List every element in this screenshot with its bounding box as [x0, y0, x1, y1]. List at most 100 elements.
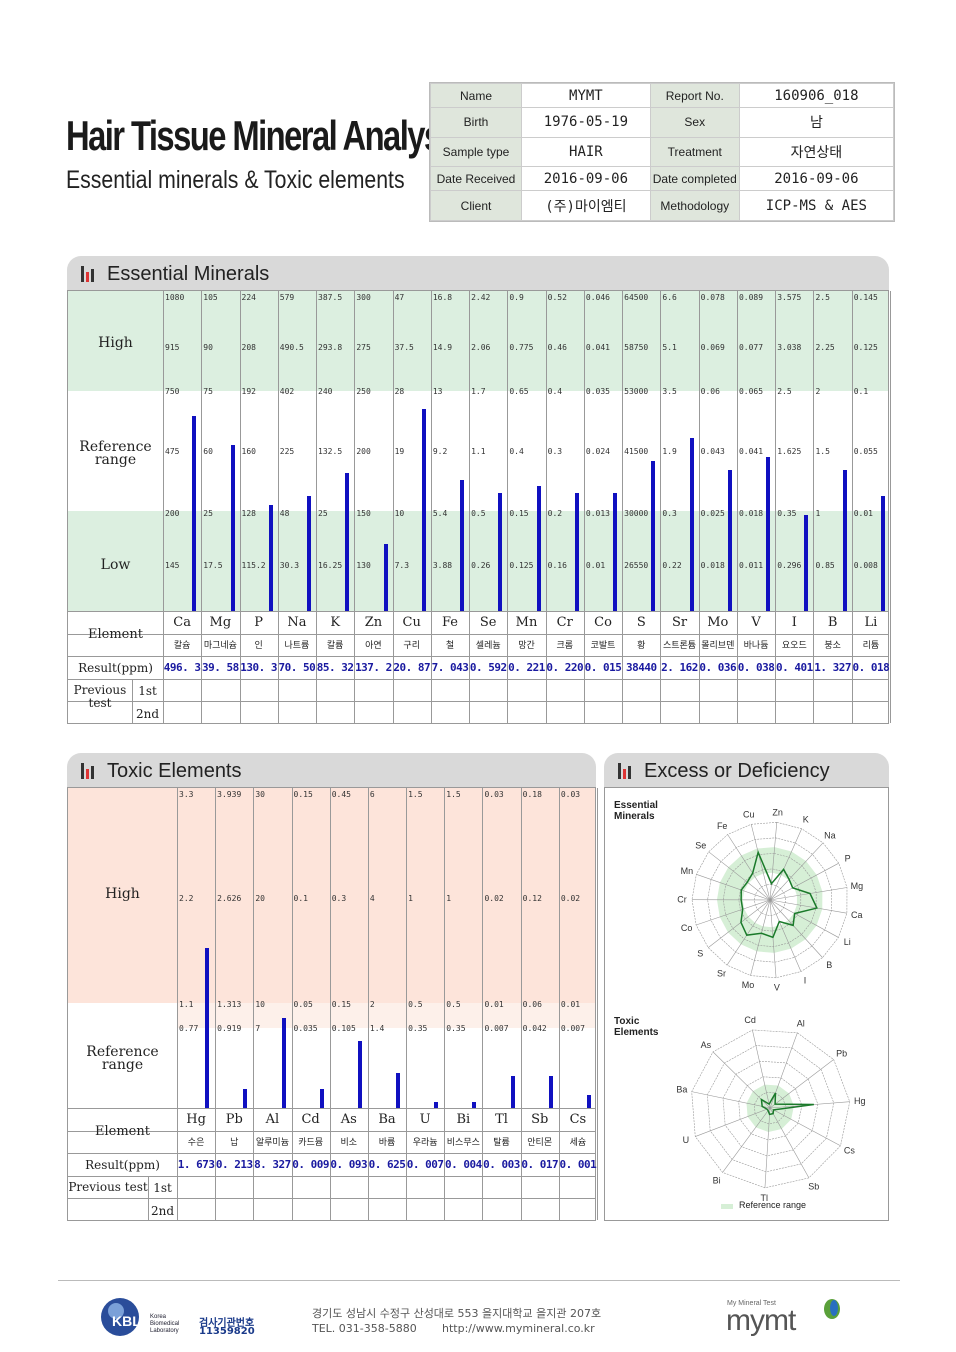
result-bar-cd [319, 1088, 324, 1108]
tick-label: 0.65 [509, 387, 529, 396]
col-divider [813, 291, 815, 723]
tick-label: 3.3 [179, 790, 194, 799]
tick-label: 0.069 [700, 343, 725, 352]
toxic-section-header: Toxic Elements [67, 753, 596, 787]
tick-label: 293.8 [318, 343, 343, 352]
element-name: 세슘 [569, 1138, 587, 1148]
result-bar-k [345, 473, 350, 611]
tick-label: 0.5 [471, 509, 486, 518]
tick-label: 0.296 [777, 561, 802, 570]
element-symbol: Hg [186, 1112, 206, 1127]
radar-axis-label: Mn [681, 866, 694, 876]
row-divider [68, 1153, 595, 1154]
element-name: 우라늄 [412, 1138, 438, 1148]
element-name: 카드뮴 [298, 1138, 324, 1148]
element-symbol: Mg [209, 615, 232, 630]
tick-label: 0.035 [585, 387, 610, 396]
tick-label: 2.5 [777, 387, 792, 396]
tick-label: 30 [255, 790, 265, 799]
radar-axis-label: S [697, 949, 703, 959]
tick-label: 0.018 [700, 561, 725, 570]
result-value: 0. 004 [444, 1158, 482, 1171]
tick-label: 9.2 [432, 447, 448, 456]
tick-label: 0.035 [293, 1024, 318, 1033]
col-divider [406, 788, 408, 1220]
tick-label: 132.5 [318, 447, 343, 456]
row-label-result: Result(ppm) [78, 661, 153, 675]
label-divider [163, 291, 164, 723]
tick-label: 0.3 [547, 447, 563, 456]
col-divider [851, 291, 853, 723]
tick-label: 0.12 [522, 894, 542, 903]
result-bar-as [357, 1040, 362, 1108]
element-symbol: Zn [364, 615, 383, 630]
tick-label: 64500 [624, 293, 649, 302]
result-value: 0. 093 [330, 1158, 368, 1171]
radar-axis-label: Hg [854, 1096, 866, 1106]
element-name: 수은 [187, 1138, 205, 1148]
element-name: 마그네슘 [203, 641, 237, 651]
tick-label: 2.25 [815, 343, 835, 352]
toxic-section-title: Toxic Elements [107, 760, 242, 782]
element-name: 구리 [403, 641, 420, 651]
col-divider [558, 788, 560, 1220]
cert-number: 11359820 [199, 1326, 255, 1337]
tick-label: 0.078 [700, 293, 725, 302]
row-label-element: Element [88, 627, 143, 642]
tick-label: 1.1 [179, 1000, 194, 1009]
tick-label: 0.2 [547, 509, 563, 518]
element-name: 탈륨 [493, 1138, 510, 1148]
result-value: 0. 018 [852, 661, 890, 674]
element-name: 황 [637, 641, 646, 651]
result-bar-mg [230, 444, 235, 611]
tick-label: 20 [255, 894, 265, 903]
birth-value: 1976-05-19 [521, 107, 651, 138]
element-symbol: Mn [515, 615, 538, 630]
result-value: 0. 038 [737, 661, 775, 674]
website-link[interactable]: http://www.mymineral.co.kr [442, 1322, 595, 1335]
tick-label: 1 [815, 509, 821, 518]
tick-label: 0.35 [408, 1024, 428, 1033]
tick-label: 7 [255, 1024, 261, 1033]
result-bar-tl [510, 1076, 515, 1108]
treatment-label: Treatment [649, 136, 740, 168]
bar-chart-icon [81, 763, 99, 779]
element-symbol: Cr [556, 615, 573, 630]
result-bar-b [842, 470, 847, 611]
result-value: 137. 2 [355, 661, 392, 674]
result-value: 0. 003 [483, 1158, 520, 1171]
tick-label: 5.1 [662, 343, 677, 352]
col-divider [367, 788, 369, 1220]
row-divider [68, 679, 888, 680]
element-name: 코발트 [590, 641, 616, 651]
tick-label: 14.9 [432, 343, 453, 352]
result-value: 0. 592 [469, 661, 507, 674]
tick-label: 0.105 [331, 1024, 356, 1033]
row-divider [68, 656, 888, 657]
element-name: 요오드 [781, 641, 807, 651]
element-symbol: I [791, 615, 797, 630]
tick-label: 0.065 [738, 387, 764, 396]
tick-label: 0.01 [560, 1000, 581, 1009]
radar-axis-label: K [803, 815, 809, 825]
tick-label: 275 [356, 343, 371, 352]
tick-label: 0.52 [547, 293, 567, 302]
result-bar-sb [548, 1076, 553, 1108]
tick-label: 7.3 [394, 561, 410, 570]
result-value: 0. 017 [521, 1158, 559, 1171]
col-divider [775, 291, 777, 723]
element-name: 크롬 [556, 641, 574, 651]
radar-axis-label: Bi [713, 1175, 721, 1185]
radar-axis-label: U [683, 1135, 690, 1145]
element-name: 스트론튬 [662, 641, 697, 651]
tick-label: 30000 [624, 509, 649, 518]
radar-axis-label: Fe [717, 821, 728, 831]
tick-label: 1.7 [471, 387, 486, 396]
result-bar-i [804, 515, 809, 611]
row-divider [68, 1108, 595, 1109]
tick-label: 0.45 [331, 790, 351, 799]
col-divider [736, 291, 738, 723]
row-label-reference: Reference range [86, 1044, 159, 1073]
result-value: 70. 50 [278, 661, 316, 674]
element-symbol: As [340, 1112, 357, 1127]
